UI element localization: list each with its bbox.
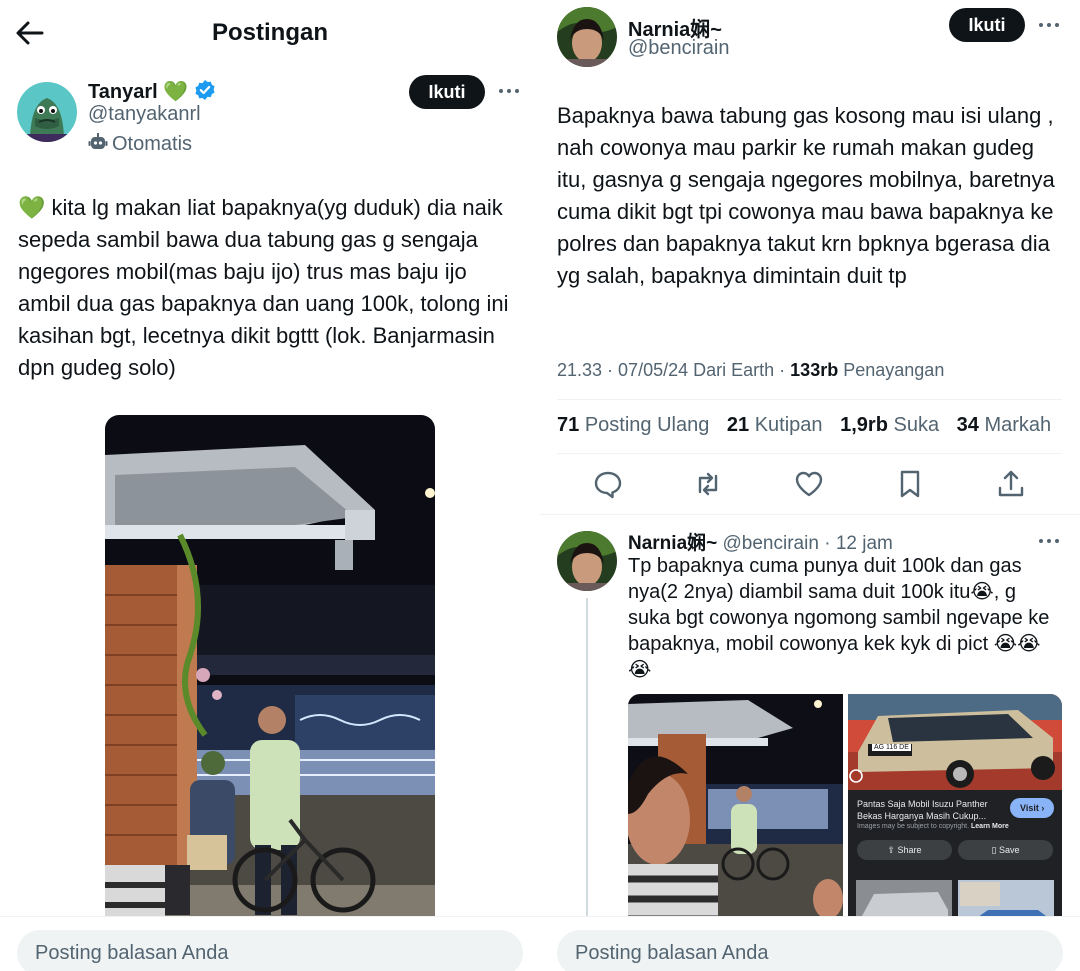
reply-image-search-card[interactable]: AG 116 DE Pantas Saja Mobil Isuzu Panthe…: [848, 694, 1062, 934]
left-screen: Postingan Tanyarl 💚 @tanyakanrl Otomatis…: [0, 0, 540, 971]
post-image[interactable]: [105, 415, 435, 935]
automated-label: Otomatis: [112, 133, 193, 155]
post-date[interactable]: 07/05/24: [618, 360, 688, 380]
green-heart-emoji: 💚: [163, 81, 189, 103]
post-time[interactable]: 21.33: [557, 360, 602, 380]
license-plate: AG 116 DE: [872, 744, 911, 751]
post-text: Bapaknya bawa tabung gas kosong mau isi …: [557, 103, 1055, 288]
share-button[interactable]: ⇪ Share: [857, 840, 952, 860]
divider: [557, 399, 1062, 400]
more-options-icon[interactable]: [1039, 536, 1063, 546]
like-icon[interactable]: [793, 468, 825, 500]
reply-bar: Posting balasan Anda: [0, 916, 540, 971]
post-source: Dari Earth: [693, 360, 775, 380]
thread-line: [586, 598, 588, 928]
reply-text: Tp bapaknya cuma punya duit 100k dan gas…: [628, 555, 1050, 681]
repost-icon[interactable]: [692, 468, 724, 500]
quote-count[interactable]: 21 Kutipan: [727, 414, 823, 436]
author-handle[interactable]: @tanyakanrl: [88, 103, 201, 126]
author-name[interactable]: Tanyarl: [88, 81, 158, 103]
divider: [557, 453, 1062, 454]
avatar[interactable]: [17, 82, 77, 142]
more-options-icon[interactable]: [499, 86, 523, 96]
bookmark-icon[interactable]: [894, 468, 926, 500]
post-stats: 71 Posting Ulang 21 Kutipan 1,9rb Suka 3…: [557, 414, 1051, 437]
share-icon[interactable]: [995, 468, 1027, 500]
post-meta: 21.33 · 07/05/24 Dari Earth · 133rb Pena…: [557, 360, 945, 380]
reply-input[interactable]: Posting balasan Anda: [17, 930, 523, 971]
avatar[interactable]: [557, 7, 617, 67]
visit-button[interactable]: Visit ›: [1010, 798, 1055, 818]
reply-input[interactable]: Posting balasan Anda: [557, 930, 1063, 971]
like-count[interactable]: 1,9rb Suka: [840, 414, 939, 436]
post-text-content: kita lg makan liat bapaknya(yg duduk) di…: [18, 195, 509, 380]
divider: [540, 514, 1080, 515]
repost-count[interactable]: 71 Posting Ulang: [557, 414, 709, 436]
save-button[interactable]: ▯ Save: [958, 840, 1053, 860]
more-options-icon[interactable]: [1039, 20, 1063, 30]
search-result-title[interactable]: Pantas Saja Mobil Isuzu Panther Bekas Ha…: [857, 798, 1002, 822]
green-heart-emoji: 💚: [18, 195, 46, 220]
follow-button[interactable]: Ikuti: [409, 75, 485, 109]
reply-bar: Posting balasan Anda: [540, 916, 1080, 971]
post-text: 💚 kita lg makan liat bapaknya(yg duduk) …: [18, 192, 518, 384]
bookmark-count[interactable]: 34 Markah: [957, 414, 1052, 436]
page-title: Postingan: [211, 19, 328, 46]
follow-button[interactable]: Ikuti: [949, 8, 1025, 42]
view-label: Penayangan: [843, 360, 945, 380]
copyright-notice: Images may be subject to copyright. Lear…: [857, 823, 1009, 830]
reply-icon[interactable]: [592, 468, 624, 500]
reply-author-name[interactable]: Narnia娴~: [628, 533, 717, 554]
avatar[interactable]: [557, 531, 617, 591]
top-bar: Postingan: [0, 0, 540, 66]
bot-icon: [88, 132, 108, 158]
reply-image-photo[interactable]: [628, 694, 843, 934]
author-handle[interactable]: @bencirain: [628, 37, 729, 60]
reply-time[interactable]: 12 jam: [836, 533, 893, 554]
reply-author-handle[interactable]: @bencirain: [723, 533, 819, 554]
reply-header: Narnia娴~ @bencirain · 12 jam: [628, 533, 893, 554]
automated-label-row: Otomatis: [88, 132, 192, 158]
view-count: 133rb: [790, 360, 839, 380]
